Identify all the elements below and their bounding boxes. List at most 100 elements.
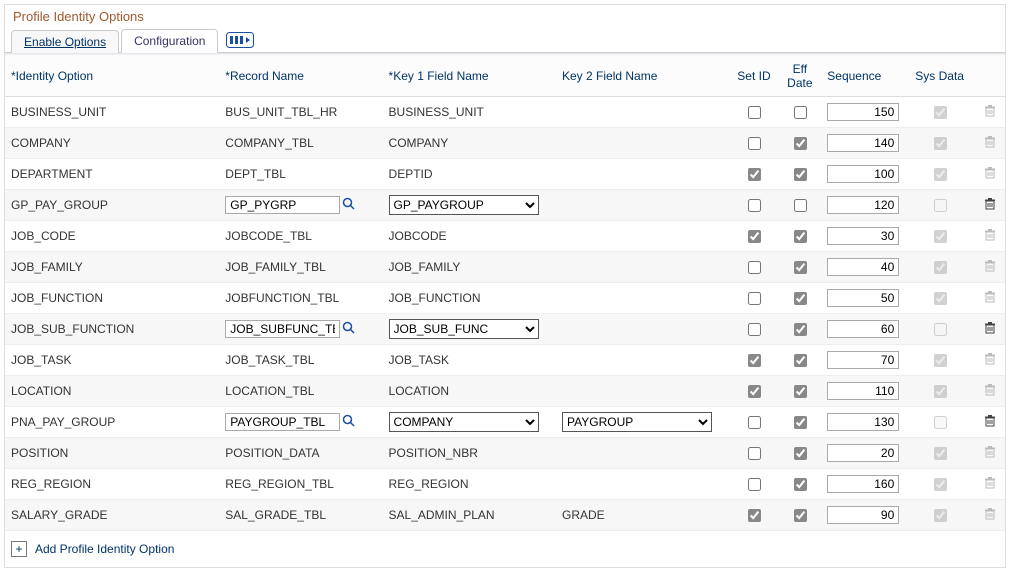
col-sequence[interactable]: Sequence: [821, 56, 905, 97]
key1-cell: DEPTID: [383, 159, 556, 190]
sysdata-checkbox: [934, 137, 947, 150]
key1-select[interactable]: GP_PAYGROUP: [389, 195, 539, 215]
setid-checkbox[interactable]: [748, 199, 761, 212]
record-name-input[interactable]: [225, 413, 340, 431]
table-row: JOB_FAMILYJOB_FAMILY_TBLJOB_FAMILY: [5, 252, 1005, 283]
effdate-checkbox[interactable]: [794, 354, 807, 367]
identity-option-cell: REG_REGION: [5, 469, 219, 500]
lookup-icon[interactable]: [342, 197, 356, 214]
sysdata-checkbox: [934, 323, 947, 336]
effdate-checkbox[interactable]: [794, 509, 807, 522]
effdate-checkbox[interactable]: [794, 137, 807, 150]
identity-option-cell: BUSINESS_UNIT: [5, 97, 219, 128]
effdate-checkbox[interactable]: [794, 168, 807, 181]
delete-row-icon[interactable]: [974, 376, 1005, 407]
col-record-name[interactable]: *Record Name: [219, 56, 382, 97]
col-key2[interactable]: Key 2 Field Name: [556, 56, 729, 97]
key1-select[interactable]: COMPANY: [389, 412, 539, 432]
effdate-checkbox[interactable]: [794, 230, 807, 243]
identity-options-table: *Identity Option *Record Name *Key 1 Fie…: [5, 56, 1005, 531]
sequence-input[interactable]: [827, 351, 899, 369]
setid-checkbox[interactable]: [748, 261, 761, 274]
effdate-checkbox[interactable]: [794, 447, 807, 460]
sequence-input[interactable]: [827, 413, 899, 431]
delete-row-icon[interactable]: [974, 469, 1005, 500]
sequence-input[interactable]: [827, 165, 899, 183]
table-row: BUSINESS_UNITBUS_UNIT_TBL_HRBUSINESS_UNI…: [5, 97, 1005, 128]
identity-option-cell: DEPARTMENT: [5, 159, 219, 190]
delete-row-icon[interactable]: [974, 128, 1005, 159]
key2-cell: [556, 159, 729, 190]
sequence-input[interactable]: [827, 196, 899, 214]
col-set-id[interactable]: Set ID: [729, 56, 778, 97]
delete-row-icon[interactable]: [974, 314, 1005, 345]
key2-cell: [556, 97, 729, 128]
record-name-cell: DEPT_TBL: [219, 159, 382, 190]
setid-checkbox[interactable]: [748, 292, 761, 305]
sysdata-checkbox: [934, 416, 947, 429]
tab-bar: Enable Options Configuration: [5, 26, 1005, 53]
delete-row-icon[interactable]: [974, 221, 1005, 252]
key1-select[interactable]: JOB_SUB_FUNC: [389, 319, 539, 339]
sequence-input[interactable]: [827, 475, 899, 493]
col-sys-data[interactable]: Sys Data: [905, 56, 974, 97]
sequence-input[interactable]: [827, 103, 899, 121]
delete-row-icon[interactable]: [974, 407, 1005, 438]
delete-row-icon[interactable]: [974, 252, 1005, 283]
sysdata-checkbox: [934, 261, 947, 274]
col-key1[interactable]: *Key 1 Field Name: [383, 56, 556, 97]
setid-checkbox[interactable]: [748, 137, 761, 150]
delete-row-icon[interactable]: [974, 159, 1005, 190]
sequence-input[interactable]: [827, 506, 899, 524]
setid-checkbox[interactable]: [748, 354, 761, 367]
delete-row-icon[interactable]: [974, 500, 1005, 531]
col-eff-date[interactable]: Eff Date: [778, 56, 821, 97]
sequence-input[interactable]: [827, 382, 899, 400]
col-identity-option[interactable]: *Identity Option: [5, 56, 219, 97]
tab-configuration[interactable]: Configuration: [121, 29, 218, 53]
delete-row-icon[interactable]: [974, 345, 1005, 376]
lookup-icon[interactable]: [342, 414, 356, 431]
lookup-icon[interactable]: [342, 321, 356, 338]
identity-option-cell: JOB_CODE: [5, 221, 219, 252]
setid-checkbox[interactable]: [748, 385, 761, 398]
record-name-input[interactable]: [225, 320, 340, 338]
setid-checkbox[interactable]: [748, 106, 761, 119]
identity-option-cell: JOB_FAMILY: [5, 252, 219, 283]
sequence-input[interactable]: [827, 134, 899, 152]
effdate-checkbox[interactable]: [794, 385, 807, 398]
effdate-checkbox[interactable]: [794, 292, 807, 305]
setid-checkbox[interactable]: [748, 416, 761, 429]
sysdata-checkbox: [934, 199, 947, 212]
show-all-tabs-icon[interactable]: [226, 32, 254, 48]
table-row: JOB_SUB_FUNCTIONJOB_SUB_FUNC: [5, 314, 1005, 345]
tab-enable-options[interactable]: Enable Options: [11, 30, 119, 53]
add-profile-identity-link[interactable]: Add Profile Identity Option: [35, 542, 174, 556]
record-name-input[interactable]: [225, 196, 340, 214]
setid-checkbox[interactable]: [748, 509, 761, 522]
delete-row-icon[interactable]: [974, 97, 1005, 128]
setid-checkbox[interactable]: [748, 168, 761, 181]
key2-select[interactable]: PAYGROUP: [562, 412, 712, 432]
effdate-checkbox[interactable]: [794, 261, 807, 274]
effdate-checkbox[interactable]: [794, 323, 807, 336]
sequence-input[interactable]: [827, 444, 899, 462]
delete-row-icon[interactable]: [974, 438, 1005, 469]
sequence-input[interactable]: [827, 227, 899, 245]
setid-checkbox[interactable]: [748, 323, 761, 336]
effdate-checkbox[interactable]: [794, 478, 807, 491]
delete-row-icon[interactable]: [974, 283, 1005, 314]
sequence-input[interactable]: [827, 258, 899, 276]
key1-cell: COMPANY: [383, 128, 556, 159]
record-name-cell: REG_REGION_TBL: [219, 469, 382, 500]
effdate-checkbox[interactable]: [794, 199, 807, 212]
sequence-input[interactable]: [827, 320, 899, 338]
delete-row-icon[interactable]: [974, 190, 1005, 221]
setid-checkbox[interactable]: [748, 447, 761, 460]
effdate-checkbox[interactable]: [794, 416, 807, 429]
setid-checkbox[interactable]: [748, 478, 761, 491]
sequence-input[interactable]: [827, 289, 899, 307]
add-row-icon[interactable]: +: [11, 541, 27, 557]
setid-checkbox[interactable]: [748, 230, 761, 243]
effdate-checkbox[interactable]: [794, 106, 807, 119]
